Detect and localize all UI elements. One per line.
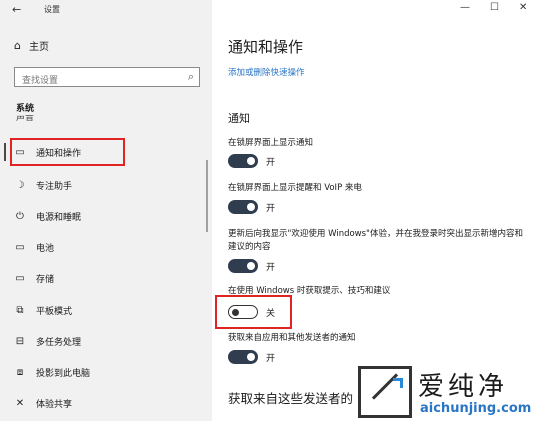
setting-label-lockscreen-notifications: 在锁屏界面上显示通知 [228,138,314,148]
setting-label-lockscreen-reminders: 在锁屏界面上显示提醒和 VoIP 来电 [228,183,362,193]
watermark-logo-accent [393,378,403,388]
sidebar-scrollbar[interactable] [206,160,208,232]
back-button[interactable]: ← [12,3,21,16]
sidebar-item-label: 通知和操作 [36,148,82,159]
window-controls: — ☐ ✕ [460,2,527,13]
toggle-state-text: 关 [266,309,276,319]
section-label-system: 系统 [16,104,35,114]
notification-icon: ▭ [15,146,25,158]
sidebar-item-sound-partial[interactable]: 声音 [16,115,76,123]
toggle-welcome-experience[interactable] [228,259,258,273]
setting-label-welcome-experience: 更新后向我显示"欢迎使用 Windows"体验，并在我登录时突出显示新增内容和建… [228,229,523,252]
notifications-section-title: 通知 [228,112,250,125]
battery-icon: ▭ [15,241,25,253]
sidebar-item-label: 体验共享 [36,399,73,410]
search-icon[interactable]: ⌕ [188,70,194,84]
sidebar-item-shared-experiences[interactable]: ✕ 体验共享 [0,391,212,415]
sidebar-item-focus-assist[interactable]: ☽ 专注助手 [0,173,212,197]
active-indicator [4,143,6,161]
sidebar-item-power-sleep[interactable]: ⏻ 电源和睡眠 [0,204,212,228]
sidebar-item-projecting[interactable]: ⧈ 投影到此电脑 [0,360,212,384]
sidebar-item-label: 电源和睡眠 [36,212,82,223]
watermark-title: 爱纯净 [418,372,509,402]
multitasking-icon: ⊟ [15,335,25,347]
sidebar: ← 设置 ⌂ 主页 ⌕ 系统 声音 ▭ 通知和操作 ☽ 专注助手 ⏻ 电源和睡眠… [0,0,212,421]
toggle-state-text: 开 [266,158,276,168]
sidebar-item-storage[interactable]: ▭ 存储 [0,266,212,290]
minimize-button[interactable]: — [460,2,470,13]
home-label: 主页 [28,42,49,53]
sidebar-item-label: 专注助手 [36,181,73,192]
shared-experiences-icon: ✕ [15,397,25,409]
title-bar: ← 设置 [0,0,212,20]
toggle-lockscreen-notifications[interactable] [228,154,258,168]
sidebar-item-label: 平板模式 [36,306,73,317]
projecting-icon: ⧈ [16,366,24,378]
senders-section-title: 获取来自这些发送者的 [228,391,354,406]
sidebar-item-multitasking[interactable]: ⊟ 多任务处理 [0,329,212,353]
toggle-state-text: 开 [266,354,276,364]
home-nav-item[interactable]: ⌂ 主页 [14,38,49,53]
sidebar-item-battery[interactable]: ▭ 电池 [0,235,212,259]
sidebar-item-notifications[interactable]: ▭ 通知和操作 [0,140,212,164]
search-box[interactable]: ⌕ [14,67,200,90]
maximize-button[interactable]: ☐ [490,2,499,13]
toggle-state-text: 开 [266,263,276,273]
tablet-icon: ⧉ [16,304,24,316]
sidebar-item-tablet-mode[interactable]: ⧉ 平板模式 [0,298,212,322]
sidebar-item-label: 电池 [36,243,55,254]
sidebar-item-label: 多任务处理 [36,337,82,348]
window-title: 设置 [44,5,60,14]
setting-label-app-notifications: 获取来自应用和其他发送者的通知 [228,333,356,343]
toggle-state-text: 开 [266,204,276,214]
quick-actions-link[interactable]: 添加或删除快速操作 [228,66,305,78]
focus-assist-icon: ☽ [15,179,25,191]
page-title: 通知和操作 [228,38,304,56]
storage-icon: ▭ [15,272,25,284]
toggle-lockscreen-reminders[interactable] [228,200,258,214]
watermark-logo-icon [358,366,412,418]
watermark-url: aichunjing.com [420,401,532,416]
toggle-tips[interactable] [228,305,258,319]
home-icon: ⌂ [14,39,21,52]
power-icon: ⏻ [16,210,24,222]
sidebar-item-label: 投影到此电脑 [36,368,91,379]
sidebar-item-label: 存储 [36,274,55,285]
close-button[interactable]: ✕ [519,2,527,13]
search-input[interactable] [15,72,175,90]
toggle-app-notifications[interactable] [228,350,258,364]
